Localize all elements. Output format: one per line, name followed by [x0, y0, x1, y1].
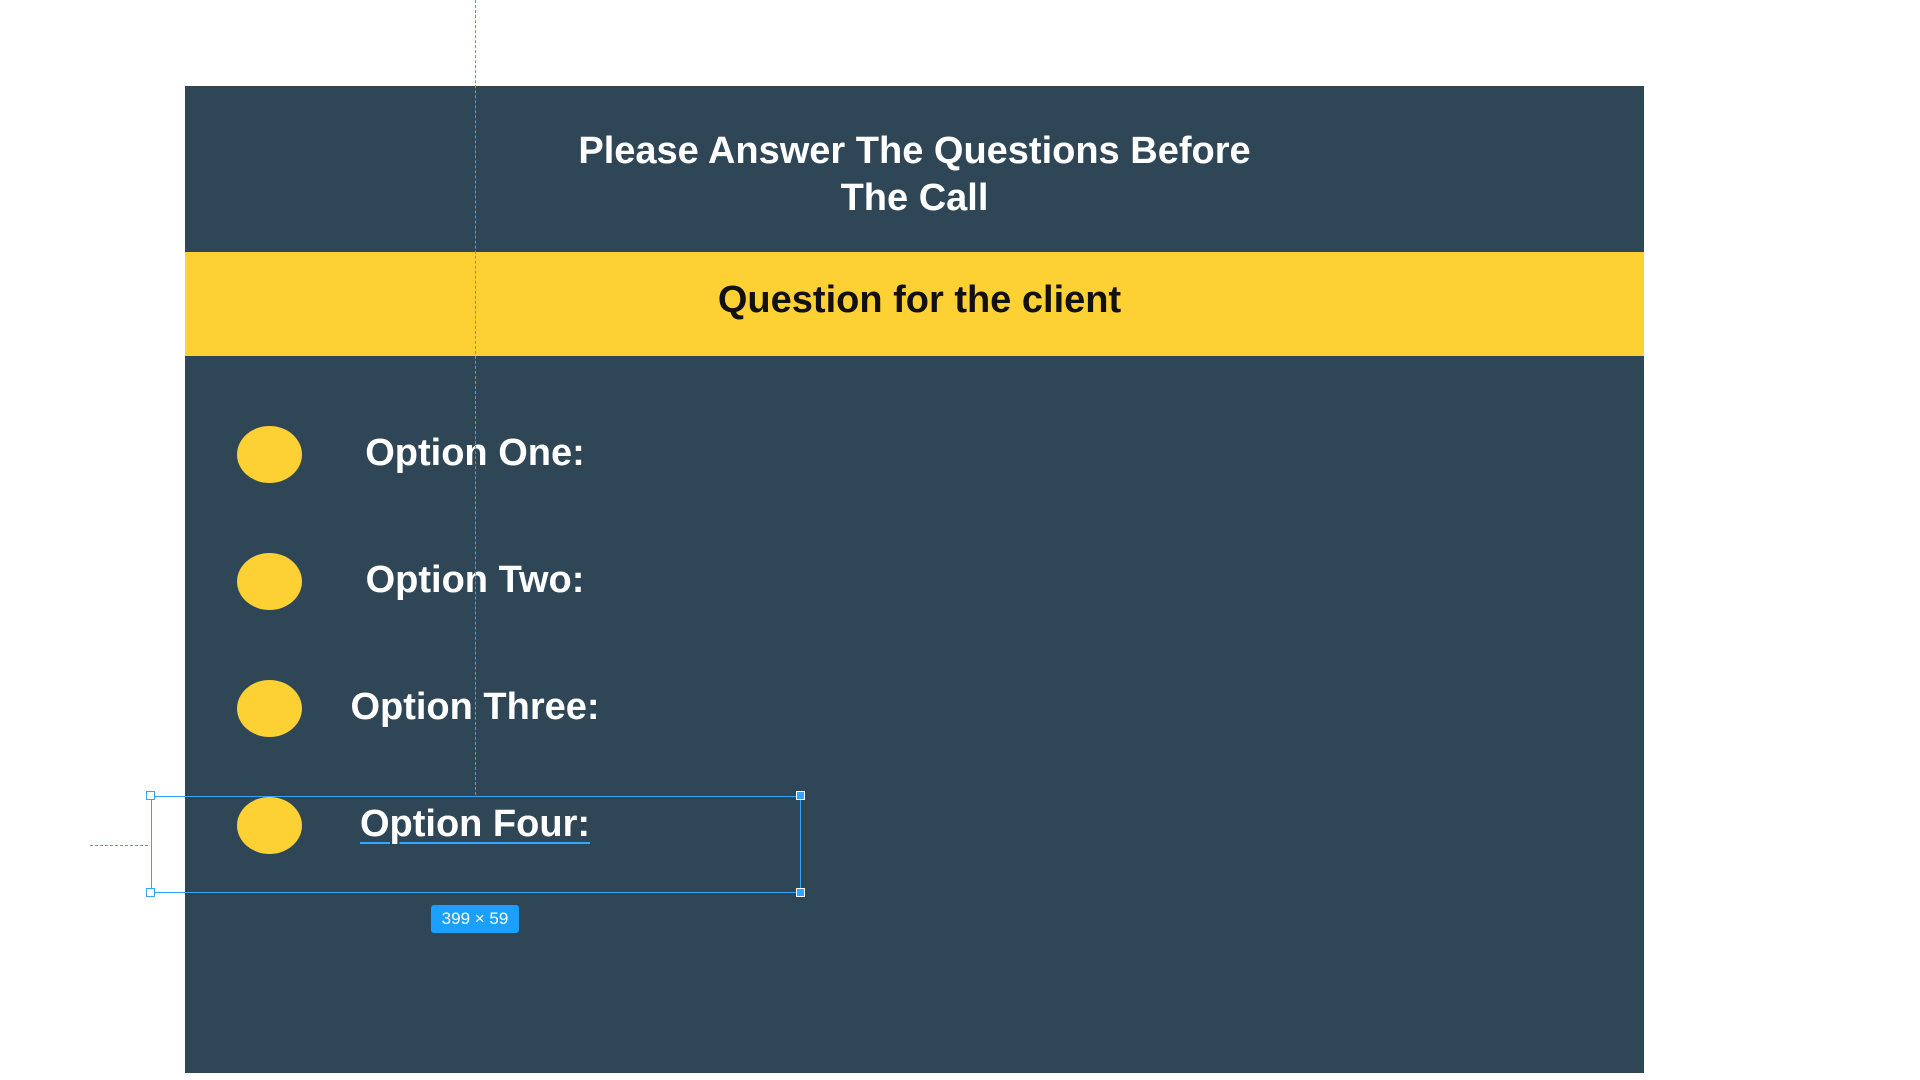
selection-size-badge: 399 × 59: [431, 905, 519, 933]
option-three-row[interactable]: Option Three:: [185, 680, 885, 740]
option-two-row[interactable]: Option Two:: [185, 553, 885, 613]
vertical-guide-line: [475, 0, 476, 795]
title-line-2: The Call: [840, 177, 989, 219]
resize-handle-top-right[interactable]: [796, 791, 805, 800]
resize-handle-top-left[interactable]: [146, 791, 155, 800]
option-one-radio[interactable]: [237, 426, 302, 483]
option-one-row[interactable]: Option One:: [185, 426, 885, 486]
resize-handle-bottom-left[interactable]: [146, 888, 155, 897]
option-three-radio[interactable]: [237, 680, 302, 737]
title-line-1: Please Answer The Questions Before: [578, 130, 1251, 172]
question-label: Question for the client: [717, 279, 1122, 321]
question-card: Please Answer The Questions Before The C…: [185, 86, 1644, 1073]
horizontal-guide-line: [90, 845, 148, 846]
option-two-radio[interactable]: [237, 553, 302, 610]
page-title: Please Answer The Questions Before The C…: [185, 128, 1644, 222]
selection-box[interactable]: [151, 796, 801, 893]
question-band: Question for the client: [185, 252, 1644, 356]
resize-handle-bottom-right[interactable]: [796, 888, 805, 897]
